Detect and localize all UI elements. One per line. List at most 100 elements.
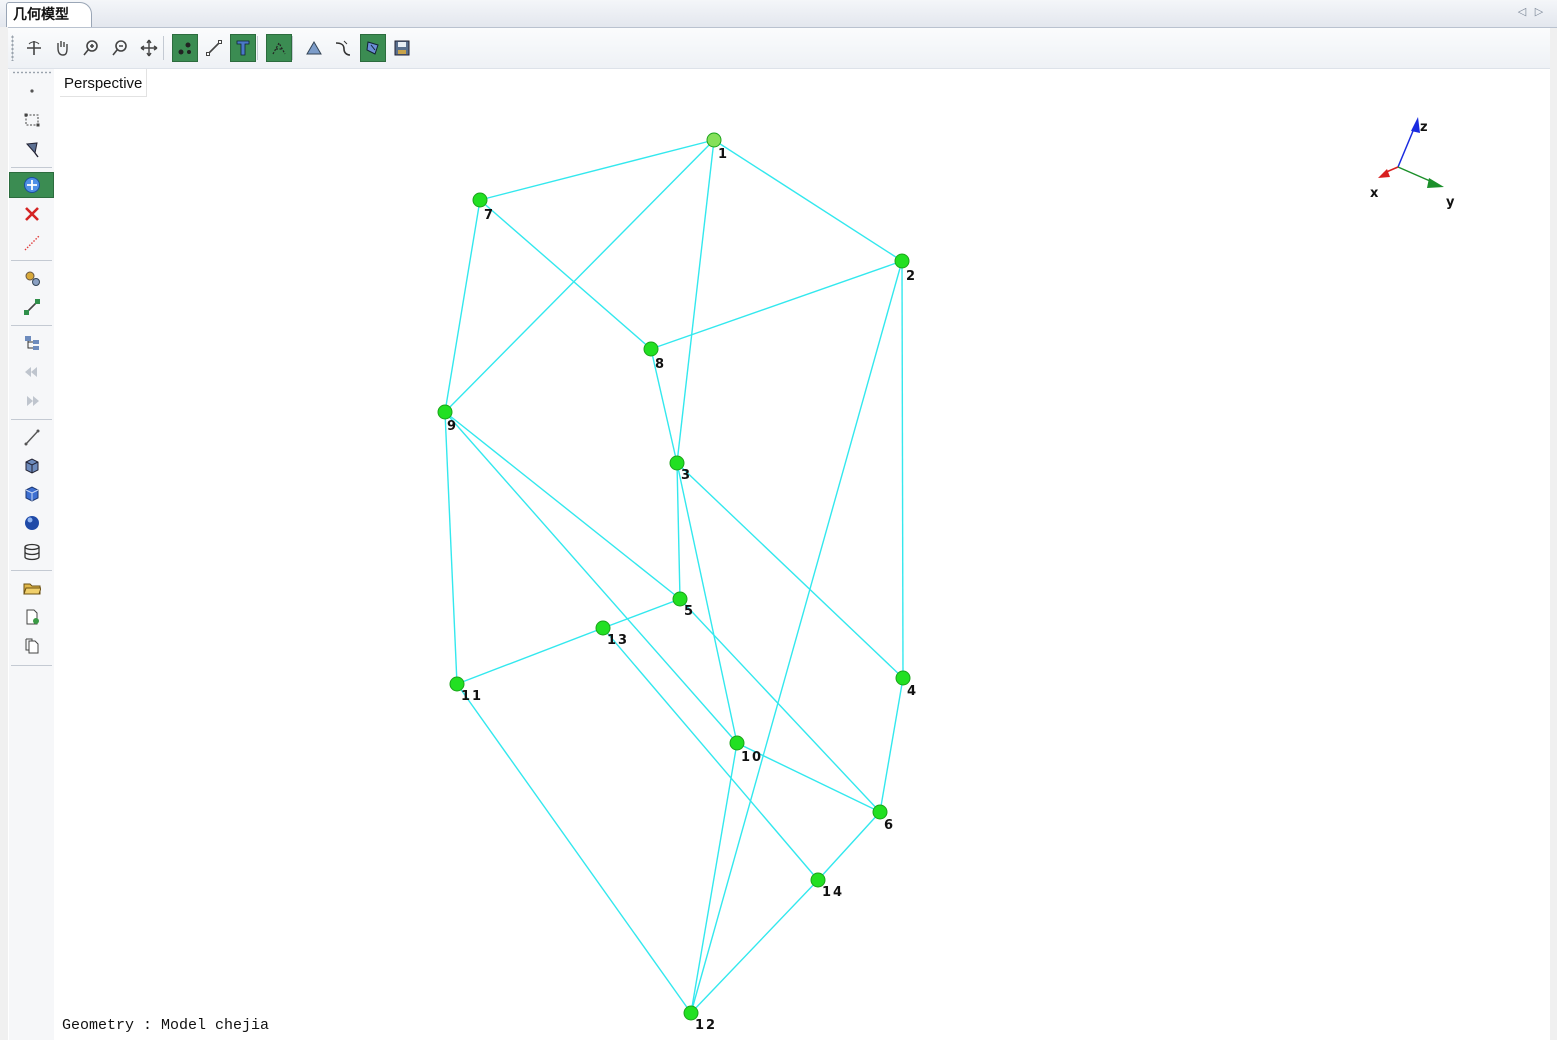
main-toolbar <box>0 28 1550 69</box>
edge-6-14[interactable] <box>817 811 881 881</box>
save-icon <box>394 40 410 56</box>
tab-scroll-right-icon[interactable]: ▷ <box>1532 4 1546 20</box>
triangle-button[interactable] <box>301 34 327 62</box>
node-label-10: 10 <box>741 750 763 765</box>
node-6[interactable] <box>872 804 888 820</box>
add-point-button[interactable] <box>9 172 54 198</box>
render-button[interactable] <box>360 34 386 62</box>
edge-3-5[interactable] <box>676 462 681 600</box>
select-box-icon <box>24 113 39 127</box>
node-label-9: 9 <box>447 419 458 434</box>
render-icon <box>366 41 379 55</box>
curve-button[interactable] <box>330 34 356 62</box>
edge-3-4[interactable] <box>676 462 904 679</box>
node-2[interactable] <box>894 253 910 269</box>
node-7[interactable] <box>472 192 488 208</box>
toolbar-separator <box>11 167 52 168</box>
edge-1-7[interactable] <box>479 139 715 201</box>
edge-13-14[interactable] <box>602 627 819 881</box>
rotate-button[interactable] <box>21 34 47 62</box>
rotate-icon <box>27 41 41 55</box>
edge-9-5[interactable] <box>444 411 681 600</box>
point-button[interactable] <box>9 78 54 104</box>
show-lines-icon <box>206 40 222 56</box>
view-mode-label[interactable]: Perspective <box>60 69 148 97</box>
tab-scroll-left-icon[interactable]: ◁ <box>1515 4 1529 20</box>
edge-2-4[interactable] <box>901 260 904 679</box>
document-tab-bar: 几何模型 ◁ ▷ <box>0 0 1557 28</box>
vertical-scrollbar[interactable] <box>1550 28 1557 1040</box>
edge-9-11[interactable] <box>444 411 458 685</box>
line-button[interactable] <box>9 424 54 450</box>
show-mesh-icon <box>272 41 286 55</box>
cube-button[interactable] <box>9 481 54 507</box>
cylinder-button[interactable] <box>9 539 54 565</box>
open-folder-button[interactable] <box>9 575 54 601</box>
show-mesh-button[interactable] <box>266 34 292 62</box>
zoom-out-button[interactable] <box>107 34 133 62</box>
pan-hand-button[interactable] <box>49 34 75 62</box>
status-text: Geometry : Model chejia <box>62 1017 270 1034</box>
new-document-button[interactable] <box>9 604 54 630</box>
node-label-5: 5 <box>684 604 695 619</box>
edge-11-12[interactable] <box>456 683 692 1014</box>
show-lines-button[interactable] <box>201 34 227 62</box>
edge-8-2[interactable] <box>650 260 903 350</box>
settings-gears-button[interactable] <box>9 265 54 291</box>
toolbar-grip[interactable] <box>11 35 14 61</box>
sphere-button[interactable] <box>9 510 54 536</box>
tree-button[interactable] <box>9 330 54 356</box>
cube-icon <box>25 486 38 502</box>
dashed-line-button[interactable] <box>9 230 54 256</box>
step-back-icon <box>24 367 37 377</box>
z-axis <box>1397 130 1414 168</box>
edge-4-6[interactable] <box>879 677 904 813</box>
mesh-button[interactable] <box>9 453 54 479</box>
side-toolbar <box>9 69 54 1040</box>
pick-button[interactable] <box>9 136 54 162</box>
node-label-6: 6 <box>884 818 895 833</box>
delete-button[interactable] <box>9 201 54 227</box>
select-box-button[interactable] <box>9 107 54 133</box>
move-arrows-button[interactable] <box>136 34 162 62</box>
triangle-icon <box>306 41 322 55</box>
edge-5-6[interactable] <box>679 598 881 813</box>
connect-line-button[interactable] <box>9 294 54 320</box>
node-9[interactable] <box>437 404 453 420</box>
side-toolbar-grip[interactable] <box>12 71 52 74</box>
show-points-button[interactable] <box>172 34 198 62</box>
edge-13-11[interactable] <box>456 627 604 685</box>
step-forward-button[interactable] <box>9 388 54 414</box>
3d-viewport[interactable]: 1 2 3 4 5 6 7 8 9 10 11 12 13 14 x y z Perspective Geome… <box>60 69 1550 1040</box>
edge-9-10[interactable] <box>444 411 738 744</box>
tree-icon <box>24 336 39 350</box>
node-1[interactable] <box>706 132 722 148</box>
cylinder-icon <box>23 543 40 561</box>
save-button[interactable] <box>389 34 415 62</box>
add-point-icon <box>23 177 40 193</box>
move-arrows-icon <box>140 39 158 57</box>
edge-7-8[interactable] <box>479 199 652 350</box>
edge-1-3[interactable] <box>676 139 715 464</box>
toolbar-separator <box>257 36 258 60</box>
zoom-in-button[interactable] <box>78 34 104 62</box>
node-label-2: 2 <box>906 269 917 284</box>
edge-7-9[interactable] <box>444 199 481 413</box>
edge-2-12[interactable] <box>690 260 903 1014</box>
node-4[interactable] <box>895 670 911 686</box>
copy-document-button[interactable] <box>9 633 54 659</box>
tab-geometry-model[interactable]: 几何模型 <box>6 2 92 27</box>
zoom-out-icon <box>112 40 127 56</box>
edge-1-9[interactable] <box>444 139 715 413</box>
node-10[interactable] <box>729 735 745 751</box>
node-label-14: 14 <box>822 885 844 900</box>
z-axis-label: z <box>1420 120 1430 135</box>
mesh-icon <box>25 458 38 474</box>
step-back-button[interactable] <box>9 359 54 385</box>
node-8[interactable] <box>643 341 659 357</box>
show-surfaces-button[interactable] <box>230 34 256 62</box>
node-label-13: 13 <box>607 633 629 648</box>
geometry-canvas[interactable]: 1234567891011121314xyz <box>60 69 1550 1040</box>
toolbar-separator <box>11 570 52 571</box>
edge-1-2[interactable] <box>713 139 903 262</box>
